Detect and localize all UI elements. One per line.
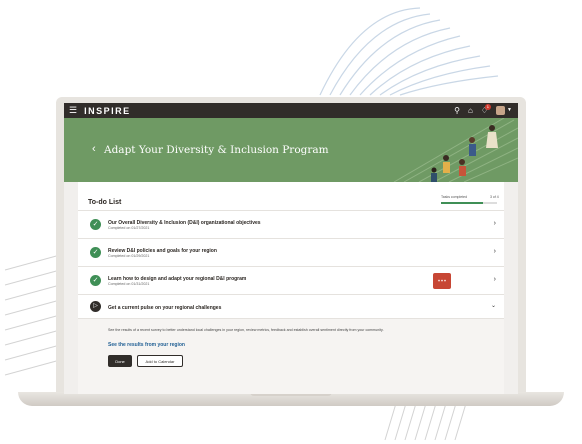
hero-illustration xyxy=(393,118,518,182)
tasks-progress-fill xyxy=(441,202,483,204)
todo-item-2[interactable]: ✓ Review D&I policies and goals for your… xyxy=(78,238,504,267)
done-button[interactable]: Done xyxy=(108,355,132,367)
todo-item-description: See the results of a recent survey to be… xyxy=(108,328,384,332)
app-screen: ☰ INSPIRE ⚲ ⌂ ♢ 1 ▼ ‹ Adapt Your Diversit… xyxy=(64,103,518,394)
tasks-completed-label: Tasks completed xyxy=(441,195,468,199)
todo-item-details: See the results of a recent survey to be… xyxy=(78,318,504,394)
bell-icon[interactable]: ♢ 1 xyxy=(481,103,491,118)
todo-item-4[interactable]: ▷ Get a current pulse on your regional c… xyxy=(78,294,504,319)
home-icon[interactable]: ⌂ xyxy=(468,103,473,118)
chevron-right-icon: › xyxy=(493,276,496,283)
check-circle-icon: ✓ xyxy=(90,247,101,258)
tasks-progress-bar xyxy=(441,202,497,204)
todo-item-subtitle: Completed on 01/31/2021 xyxy=(108,282,150,286)
todo-list-title: To-do List xyxy=(88,199,122,206)
user-menu[interactable]: ▼ xyxy=(496,103,512,118)
chevron-down-icon[interactable]: ⌄ xyxy=(491,302,496,309)
chevron-right-icon: › xyxy=(493,248,496,255)
chat-icon[interactable]: ⋯ xyxy=(433,273,451,289)
todo-item-title: Get a current pulse on your regional cha… xyxy=(108,305,222,311)
avatar xyxy=(496,106,506,115)
todo-item-subtitle: Completed on 01/27/2021 xyxy=(108,226,150,230)
chevron-left-icon[interactable]: ‹ xyxy=(92,143,96,155)
top-navigation-bar: ☰ INSPIRE ⚲ ⌂ ♢ 1 ▼ xyxy=(64,103,518,118)
tasks-completed-count: 3 of 4 xyxy=(490,195,499,199)
page-title: Adapt Your Diversity & Inclusion Program xyxy=(104,144,329,156)
decorative-line-pattern-top xyxy=(319,7,499,96)
top-bar-actions: ⚲ ⌂ ♢ 1 ▼ xyxy=(454,103,512,118)
add-to-calendar-button[interactable]: Add to Calendar xyxy=(137,355,183,367)
todo-item-subtitle: Completed on 01/29/2021 xyxy=(108,254,150,258)
hero-banner: ‹ Adapt Your Diversity & Inclusion Progr… xyxy=(64,118,518,182)
notification-badge: 1 xyxy=(484,104,491,110)
app-logo[interactable]: INSPIRE xyxy=(84,106,131,116)
hamburger-menu-icon[interactable]: ☰ xyxy=(69,103,77,118)
chevron-right-icon: › xyxy=(493,220,496,227)
chevron-down-icon: ▼ xyxy=(507,107,512,113)
todo-item-1[interactable]: ✓ Our Overall Diversity & Inclusion (D&I… xyxy=(78,210,504,239)
check-circle-icon: ✓ xyxy=(90,219,101,230)
see-results-link[interactable]: See the results from your region xyxy=(108,342,185,348)
play-circle-icon: ▷ xyxy=(90,301,101,312)
check-circle-icon: ✓ xyxy=(90,275,101,286)
search-icon[interactable]: ⚲ xyxy=(454,103,460,118)
page-root: { "app": { "logo": "INSPIRE", "notificat… xyxy=(0,0,582,444)
